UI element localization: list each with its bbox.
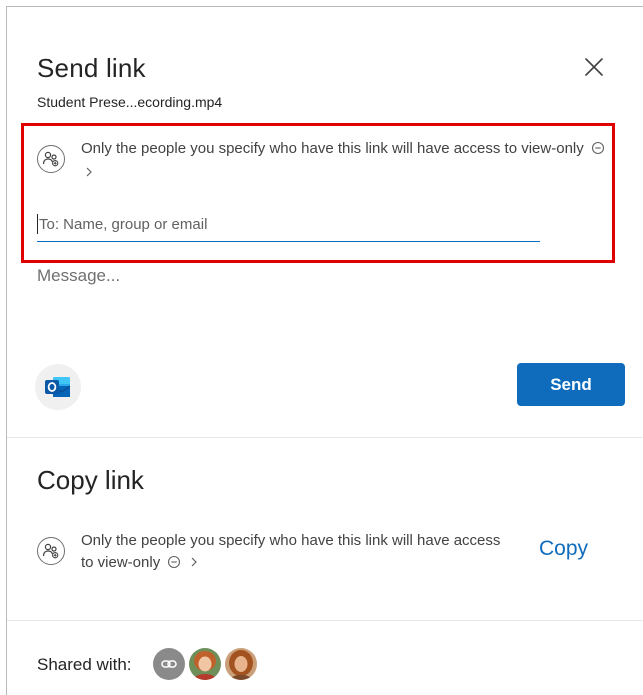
close-button[interactable] (581, 54, 607, 80)
link-icon (161, 660, 177, 668)
user-photo-icon (189, 648, 221, 680)
text-caret (37, 214, 38, 234)
outlook-icon (45, 377, 71, 397)
shared-with-avatars[interactable] (153, 648, 257, 680)
send-button[interactable]: Send (517, 363, 625, 406)
section-divider (7, 437, 643, 438)
recipient-input[interactable] (37, 208, 540, 242)
people-settings-icon (42, 151, 59, 167)
send-link-dialog: Send link Student Prese...ecording.mp4 O… (6, 6, 643, 695)
user-photo-icon (225, 648, 257, 680)
chevron-right-icon (84, 164, 94, 186)
send-permission-settings[interactable]: Only the people you specify who have thi… (81, 138, 609, 186)
close-icon (585, 58, 603, 76)
file-name: Student Prese...ecording.mp4 (37, 94, 223, 110)
shared-with-label: Shared with: (37, 655, 132, 674)
message-input[interactable] (37, 266, 617, 346)
people-settings-icon (42, 543, 59, 559)
user-avatar-2[interactable] (225, 648, 257, 680)
block-download-icon (167, 554, 181, 576)
send-permission-text: Only the people you specify who have thi… (81, 140, 584, 157)
copy-permission-settings-button[interactable] (37, 537, 65, 565)
send-link-title: Send link (37, 53, 146, 83)
copy-permission-settings[interactable]: Only the people you specify who have thi… (81, 530, 501, 576)
permission-settings-button[interactable] (37, 145, 65, 173)
shared-link-avatar[interactable] (153, 648, 185, 680)
copy-link-title: Copy link (37, 465, 144, 495)
chevron-right-icon (189, 554, 199, 576)
section-divider (7, 620, 643, 621)
user-avatar-1[interactable] (189, 648, 221, 680)
copy-button[interactable]: Copy (539, 537, 588, 561)
copy-permission-text: Only the people you specify who have thi… (81, 532, 501, 571)
outlook-button[interactable] (35, 364, 81, 410)
block-download-icon (591, 140, 605, 162)
